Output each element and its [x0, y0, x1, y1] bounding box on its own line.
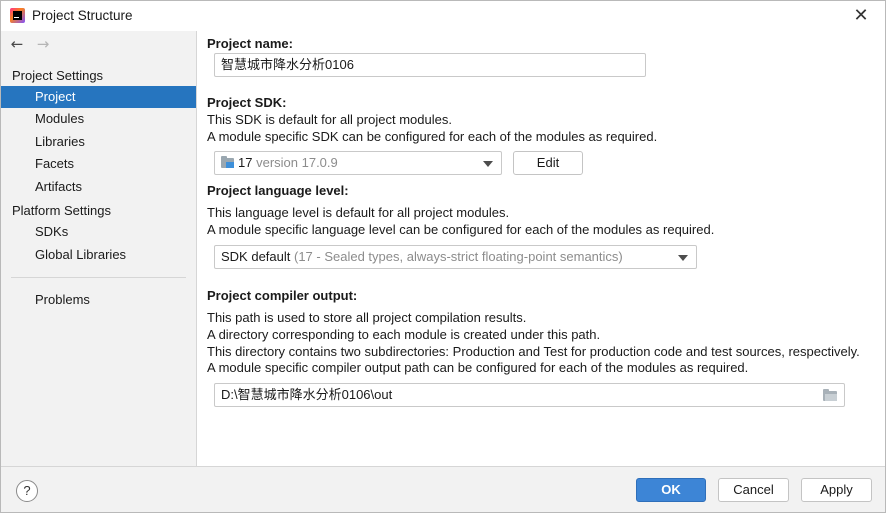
ok-button[interactable]: OK — [636, 478, 706, 502]
close-button[interactable]: ✕ — [849, 4, 873, 28]
edit-sdk-button[interactable]: Edit — [513, 151, 583, 175]
sidebar-item-artifacts[interactable]: Artifacts — [1, 176, 196, 198]
project-sdk-desc-1: This SDK is default for all project modu… — [207, 112, 452, 127]
project-sdk-desc-2: A module specific SDK can be configured … — [207, 129, 658, 144]
compiler-output-desc-2: A directory corresponding to each module… — [207, 327, 601, 342]
window-title: Project Structure — [32, 8, 133, 23]
compiler-output-desc-1: This path is used to store all project c… — [207, 310, 527, 325]
intellij-logo-icon — [10, 8, 25, 23]
sidebar: ← → Project Settings Project Modules Lib… — [1, 31, 197, 466]
sidebar-item-facets[interactable]: Facets — [1, 153, 196, 175]
language-level-select[interactable]: SDK default (17 - Sealed types, always-s… — [214, 245, 697, 269]
dialog-footer: ? OK Cancel Apply — [1, 466, 885, 512]
section-project-settings: Project Settings — [12, 68, 104, 83]
project-sdk-select[interactable]: 17 version 17.0.9 — [214, 151, 502, 175]
compiler-output-desc-3: This directory contains two subdirectori… — [207, 344, 860, 359]
sdk-name: 17 — [238, 155, 253, 170]
section-platform-settings: Platform Settings — [12, 203, 111, 218]
project-structure-dialog: Project Structure ✕ ← → Project Settings… — [0, 0, 886, 513]
help-button[interactable]: ? — [16, 480, 38, 502]
project-sdk-label: Project SDK: — [207, 95, 287, 110]
title-bar: Project Structure ✕ — [1, 1, 885, 31]
language-level-detail: (17 - Sealed types, always-strict floati… — [294, 249, 623, 264]
project-name-label: Project name: — [207, 36, 293, 51]
sdk-folder-icon — [221, 156, 234, 168]
language-level-value: SDK default — [221, 249, 291, 264]
back-arrow-icon[interactable]: ← — [9, 34, 25, 54]
folder-open-icon[interactable] — [823, 389, 837, 401]
sdk-version: version 17.0.9 — [256, 155, 338, 170]
language-level-desc-2: A module specific language level can be … — [207, 222, 715, 237]
sidebar-item-project[interactable]: Project — [1, 86, 196, 108]
language-level-desc-1: This language level is default for all p… — [207, 205, 510, 220]
compiler-output-desc-4: A module specific compiler output path c… — [207, 360, 749, 375]
project-settings-panel: Project name: 智慧城市降水分析0106 Project SDK: … — [197, 31, 885, 466]
sidebar-divider — [11, 277, 186, 278]
chevron-down-icon — [678, 255, 688, 261]
sidebar-item-global-libraries[interactable]: Global Libraries — [1, 244, 196, 266]
forward-arrow-icon[interactable]: → — [35, 34, 51, 54]
cancel-button[interactable]: Cancel — [718, 478, 789, 502]
sidebar-item-modules[interactable]: Modules — [1, 108, 196, 130]
apply-button[interactable]: Apply — [801, 478, 872, 502]
language-level-label: Project language level: — [207, 183, 349, 198]
compiler-output-label: Project compiler output: — [207, 288, 358, 303]
sidebar-item-sdks[interactable]: SDKs — [1, 221, 196, 243]
compiler-output-path-input[interactable]: D:\智慧城市降水分析0106\out — [214, 383, 845, 407]
chevron-down-icon — [483, 161, 493, 167]
project-name-input[interactable]: 智慧城市降水分析0106 — [214, 53, 646, 77]
nav-arrows: ← → — [9, 34, 51, 54]
sidebar-item-problems[interactable]: Problems — [1, 289, 196, 311]
sidebar-item-libraries[interactable]: Libraries — [1, 131, 196, 153]
compiler-output-path: D:\智慧城市降水分析0106\out — [221, 387, 393, 402]
